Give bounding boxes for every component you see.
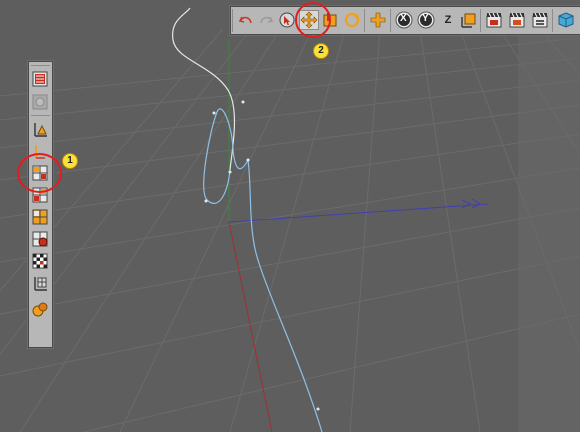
coordinate-system-icon[interactable] bbox=[458, 10, 478, 30]
callout-badge-2: 2 bbox=[313, 43, 329, 59]
model-mode-icon[interactable] bbox=[30, 92, 50, 112]
toolbar-grip[interactable] bbox=[31, 63, 50, 66]
sculpt-icon[interactable] bbox=[30, 299, 50, 319]
x-axis-label: X bbox=[400, 13, 407, 24]
render-picture-viewer-icon[interactable] bbox=[507, 10, 527, 30]
viewport-shaded-region bbox=[518, 36, 580, 432]
make-editable-icon[interactable] bbox=[30, 69, 50, 89]
y-axis-lock-button[interactable]: Y bbox=[416, 10, 436, 30]
spline-upper[interactable] bbox=[172, 7, 236, 171]
cube-icon[interactable] bbox=[556, 10, 576, 30]
toolbar-separator bbox=[31, 115, 50, 116]
callout-circle-1 bbox=[17, 153, 62, 193]
workplane-icon[interactable] bbox=[30, 251, 50, 271]
z-axis-label: Z bbox=[444, 14, 452, 26]
redo-icon[interactable] bbox=[256, 10, 276, 30]
y-axis-label: Y bbox=[422, 13, 429, 24]
toolbar-separator bbox=[364, 9, 365, 32]
rotate-icon[interactable] bbox=[342, 10, 362, 30]
render-settings-icon[interactable] bbox=[530, 10, 550, 30]
spline-lower[interactable] bbox=[203, 108, 323, 432]
object-axis-icon[interactable] bbox=[30, 119, 50, 139]
left-toolbar bbox=[27, 60, 54, 349]
toolbar-separator bbox=[390, 9, 391, 32]
add-icon[interactable] bbox=[368, 10, 388, 30]
toolbar-grip[interactable] bbox=[232, 9, 235, 32]
viewport-scene[interactable] bbox=[0, 0, 580, 432]
undo-icon[interactable] bbox=[236, 10, 256, 30]
z-axis-lock-button[interactable]: Z bbox=[438, 10, 458, 30]
render-view-icon[interactable] bbox=[484, 10, 504, 30]
x-axis-line bbox=[228, 203, 489, 223]
x-axis-arrow-icon bbox=[461, 198, 482, 209]
x-axis-lock-button[interactable]: X bbox=[394, 10, 414, 30]
callout-circle-2 bbox=[295, 2, 331, 38]
spline-points[interactable] bbox=[204, 100, 320, 411]
top-toolbar: X Y Z bbox=[229, 5, 580, 36]
toolbar-separator bbox=[552, 9, 553, 32]
snap-icon[interactable] bbox=[30, 273, 50, 293]
callout-badge-1: 1 bbox=[62, 153, 78, 169]
texture-icon[interactable] bbox=[30, 229, 50, 249]
live-selection-icon[interactable] bbox=[277, 10, 297, 30]
toolbar-separator bbox=[480, 9, 481, 32]
floor-grid bbox=[0, 29, 580, 432]
uvw-icon[interactable] bbox=[30, 207, 50, 227]
3d-viewport[interactable] bbox=[0, 0, 580, 432]
